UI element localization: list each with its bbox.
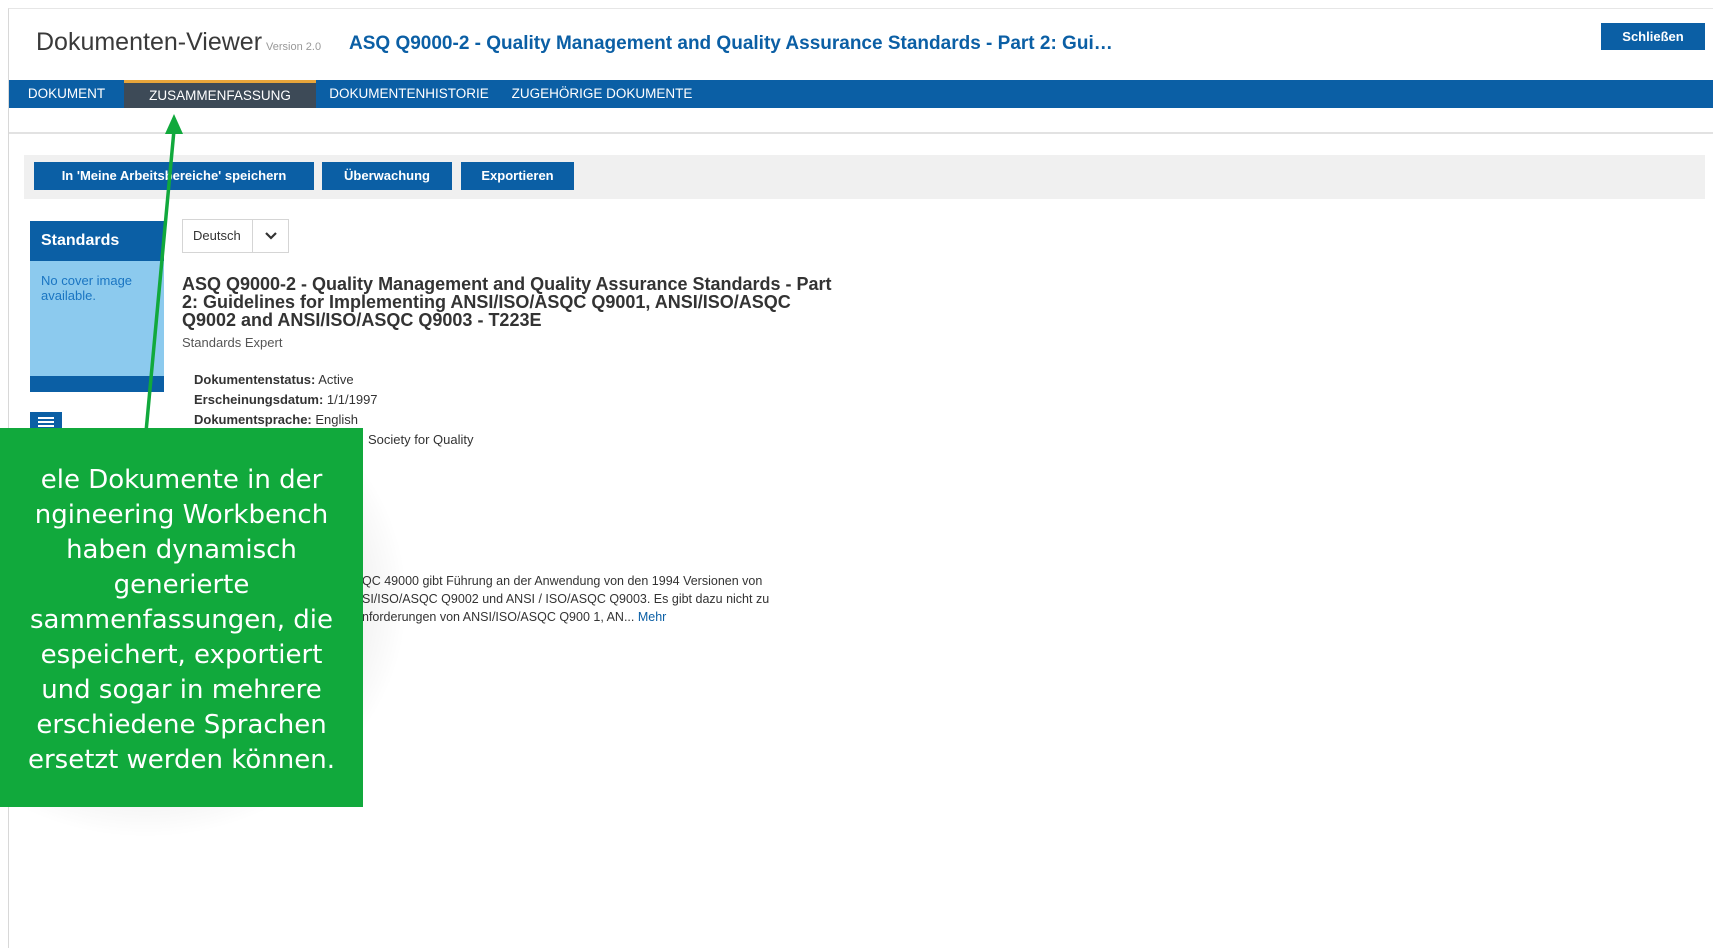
- meta-date: Erscheinungsdatum: 1/1/1997: [194, 392, 378, 407]
- summary-text: QC 49000 gibt Führung an der Anwendung v…: [362, 572, 842, 626]
- export-button[interactable]: Exportieren: [461, 162, 574, 190]
- summary-body: QC 49000 gibt Führung an der Anwendung v…: [362, 574, 770, 624]
- save-to-workspace-button[interactable]: In 'Meine Arbeitsbereiche' speichern: [34, 162, 314, 190]
- meta-language: Dokumentsprache: English: [194, 412, 358, 427]
- document-source: Standards Expert: [182, 335, 283, 350]
- meta-label: Erscheinungsdatum:: [194, 392, 324, 407]
- meta-value: English: [315, 412, 359, 427]
- meta-value: 1/1/1997: [326, 392, 378, 407]
- language-select[interactable]: Deutsch: [182, 219, 289, 253]
- chevron-down-icon: [265, 232, 277, 240]
- close-button[interactable]: Schließen: [1601, 23, 1705, 50]
- app-title-text: Dokumenten-Viewer: [36, 28, 263, 56]
- meta-status: Dokumentenstatus: Active: [194, 372, 354, 387]
- sidebar-footer: [30, 376, 164, 392]
- document-heading: ASQ Q9000-2 - Quality Management and Qua…: [182, 274, 832, 330]
- select-divider: [252, 220, 253, 252]
- cover-image-placeholder: No cover image available.: [30, 261, 164, 376]
- tutorial-callout: ele Dokumente in der ngineering Workbenc…: [0, 428, 363, 807]
- meta-label: Dokumentenstatus:: [194, 372, 316, 387]
- tab-zusammenfassung[interactable]: ZUSAMMENFASSUNG: [124, 80, 316, 108]
- sidebar-heading: Standards: [30, 221, 164, 261]
- tab-zugehoerige-dokumente[interactable]: ZUGEHÖRIGE DOKUMENTE: [502, 80, 702, 108]
- tab-dokument[interactable]: DOKUMENT: [9, 80, 124, 108]
- app-title: Dokumenten-Viewer Version 2.0: [36, 28, 321, 57]
- app-version: Version 2.0: [266, 41, 322, 53]
- document-title: ASQ Q9000-2 - Quality Management and Qua…: [349, 33, 1113, 54]
- divider: [9, 132, 1713, 134]
- tab-dokumentenhistorie[interactable]: DOKUMENTENHISTORIE: [316, 80, 502, 108]
- tab-bar: DOKUMENT ZUSAMMENFASSUNG DOKUMENTENHISTO…: [9, 80, 1713, 108]
- monitor-button[interactable]: Überwachung: [322, 162, 452, 190]
- language-selected: Deutsch: [193, 228, 241, 243]
- meta-value: Active: [318, 372, 354, 387]
- more-link[interactable]: Mehr: [638, 610, 666, 624]
- action-toolbar: In 'Meine Arbeitsbereiche' speichern Übe…: [24, 155, 1705, 199]
- no-cover-text: No cover image available.: [41, 273, 133, 303]
- meta-label: Dokumentsprache:: [194, 412, 312, 427]
